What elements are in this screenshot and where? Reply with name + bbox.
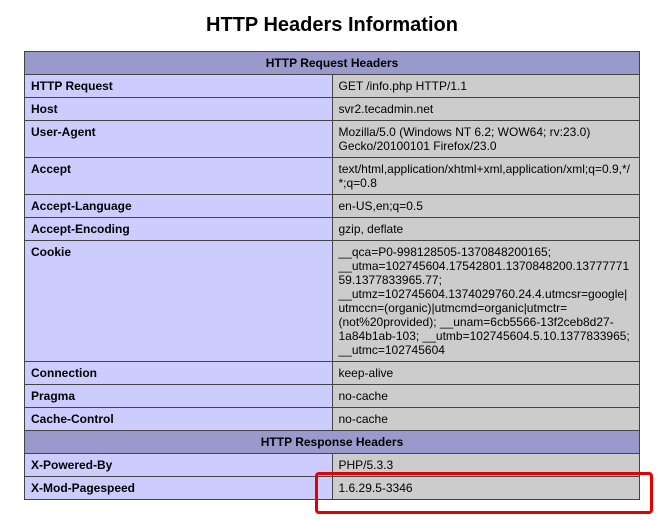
table-row: Cache-Controlno-cache (25, 408, 640, 431)
row-label: User-Agent (25, 121, 333, 158)
table-row: User-AgentMozilla/5.0 (Windows NT 6.2; W… (25, 121, 640, 158)
row-value: text/html,application/xhtml+xml,applicat… (332, 158, 640, 195)
row-value: Mozilla/5.0 (Windows NT 6.2; WOW64; rv:2… (332, 121, 640, 158)
page-title: HTTP Headers Information (24, 14, 640, 37)
row-label: Host (25, 98, 333, 121)
row-label: HTTP Request (25, 75, 333, 98)
table-row: Hostsvr2.tecadmin.net (25, 98, 640, 121)
table-row: HTTP RequestGET /info.php HTTP/1.1 (25, 75, 640, 98)
row-label: X-Powered-By (25, 454, 333, 477)
response-headers-section: HTTP Response Headers (25, 431, 640, 454)
row-value: no-cache (332, 408, 640, 431)
row-value: en-US,en;q=0.5 (332, 195, 640, 218)
row-label: Cookie (25, 241, 333, 362)
row-label: Connection (25, 362, 333, 385)
row-value: no-cache (332, 385, 640, 408)
table-row: X-Powered-ByPHP/5.3.3 (25, 454, 640, 477)
row-value: __qca=P0-998128505-1370848200165; __utma… (332, 241, 640, 362)
row-value: PHP/5.3.3 (332, 454, 640, 477)
table-row: Connectionkeep-alive (25, 362, 640, 385)
row-label: Pragma (25, 385, 333, 408)
row-value: gzip, deflate (332, 218, 640, 241)
row-value: svr2.tecadmin.net (332, 98, 640, 121)
row-label: Accept (25, 158, 333, 195)
headers-table: HTTP Request HeadersHTTP RequestGET /inf… (24, 51, 640, 500)
table-row: Accept-Languageen-US,en;q=0.5 (25, 195, 640, 218)
table-row: Accepttext/html,application/xhtml+xml,ap… (25, 158, 640, 195)
row-label: X-Mod-Pagespeed (25, 477, 333, 500)
table-row: X-Mod-Pagespeed1.6.29.5-3346 (25, 477, 640, 500)
table-row: Pragmano-cache (25, 385, 640, 408)
row-label: Accept-Language (25, 195, 333, 218)
row-value: keep-alive (332, 362, 640, 385)
row-value: GET /info.php HTTP/1.1 (332, 75, 640, 98)
table-row: Cookie__qca=P0-998128505-1370848200165; … (25, 241, 640, 362)
row-label: Cache-Control (25, 408, 333, 431)
row-label: Accept-Encoding (25, 218, 333, 241)
row-value: 1.6.29.5-3346 (332, 477, 640, 500)
request-headers-section: HTTP Request Headers (25, 52, 640, 75)
table-row: Accept-Encodinggzip, deflate (25, 218, 640, 241)
